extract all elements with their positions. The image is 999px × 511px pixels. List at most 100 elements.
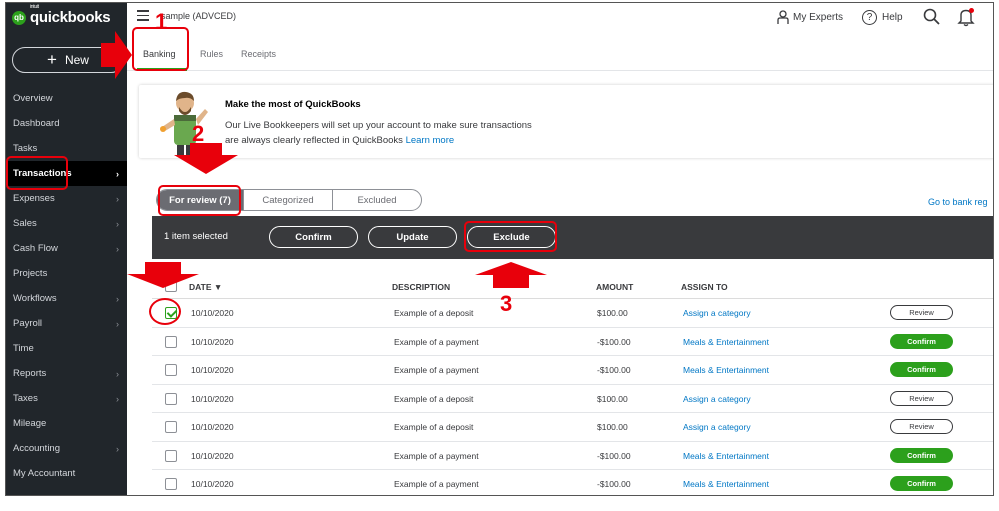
annotation-box-exclude xyxy=(464,221,557,252)
confirm-button[interactable]: Confirm xyxy=(890,362,953,377)
sidebar-item-sales[interactable]: Sales › xyxy=(6,211,127,236)
chevron-right-icon: › xyxy=(116,218,119,229)
cell-amount: -$100.00 xyxy=(597,336,631,347)
sidebar-item-mileage[interactable]: Mileage xyxy=(6,411,127,436)
cell-date: 10/10/2020 xyxy=(191,393,234,404)
sidebar-item-my-accountant[interactable]: My Accountant xyxy=(6,461,127,486)
cell-assign-to[interactable]: Assign a category xyxy=(683,394,751,404)
cell-assign-to[interactable]: Meals & Entertainment xyxy=(683,479,769,489)
app-frame: qb intuit quickbooks + New Overview Dashbo… xyxy=(5,2,994,496)
plus-icon: + xyxy=(47,50,57,69)
review-button[interactable]: Review xyxy=(890,419,953,434)
qb-logo-icon: qb xyxy=(12,10,26,25)
go-to-bank-register-link[interactable]: Go to bank reg xyxy=(928,197,988,207)
table-row[interactable]: 10/10/2020 Example of a payment -$100.00 Me… xyxy=(152,356,993,385)
chevron-right-icon: › xyxy=(116,443,119,454)
tab-categorized[interactable]: Categorized xyxy=(243,190,332,210)
table-row[interactable]: 10/10/2020 Example of a deposit $100.00 Ass… xyxy=(152,299,993,328)
sidebar-item-workflows[interactable]: Workflows › xyxy=(6,286,127,311)
row-checkbox[interactable] xyxy=(165,392,177,405)
cell-assign-to[interactable]: Meals & Entertainment xyxy=(683,451,769,461)
banner-text-line2: are always clearly reflected in QuickBoo… xyxy=(225,135,454,146)
cell-assign-to[interactable]: Meals & Entertainment xyxy=(683,337,769,347)
table-row[interactable]: 10/10/2020 Example of a deposit $100.00 Ass… xyxy=(152,385,993,413)
table-row[interactable]: 10/10/2020 Example of a deposit $100.00 Ass… xyxy=(152,413,993,442)
sidebar-item-taxes[interactable]: Taxes › xyxy=(6,386,127,411)
sidebar-item-label: Reports xyxy=(13,368,47,379)
sidebar-item-overview[interactable]: Overview xyxy=(6,86,127,111)
cell-amount: $100.00 xyxy=(597,422,628,432)
confirm-button[interactable]: Confirm xyxy=(890,447,953,463)
sidebar-item-payroll[interactable]: Payroll › xyxy=(6,311,127,336)
tab-receipts[interactable]: Receipts xyxy=(241,49,276,59)
learn-more-link[interactable]: Learn more xyxy=(406,135,455,146)
review-button[interactable]: Review xyxy=(890,305,953,320)
sidebar-item-label: Tasks xyxy=(13,143,38,154)
sidebar-item-accounting[interactable]: Accounting › xyxy=(6,436,127,461)
sidebar-item-label: Expenses xyxy=(13,193,55,204)
tab-excluded[interactable]: Excluded xyxy=(332,190,421,210)
sidebar-item-label: Overview xyxy=(13,93,53,104)
banking-tabs: Banking Rules Receipts xyxy=(127,45,993,71)
my-experts-button[interactable]: My Experts xyxy=(777,10,843,25)
hamburger-menu-icon[interactable] xyxy=(137,10,149,21)
notification-bell-icon[interactable] xyxy=(957,7,975,27)
confirm-button[interactable]: Confirm xyxy=(890,333,953,349)
confirm-batch-button[interactable]: Confirm xyxy=(269,226,358,248)
sidebar-item-reports[interactable]: Reports › xyxy=(6,361,127,386)
help-label: Help xyxy=(882,12,903,23)
sidebar-item-label: Cash Flow xyxy=(13,243,58,254)
annotation-box-transactions xyxy=(6,156,68,190)
row-checkbox[interactable] xyxy=(165,335,177,348)
annotation-arrow-down-2 xyxy=(174,143,238,174)
confirm-button[interactable]: Confirm xyxy=(890,476,953,491)
sidebar-item-dashboard[interactable]: Dashboard xyxy=(6,111,127,136)
person-icon xyxy=(777,10,789,24)
batch-action-bar: 1 item selected Confirm Update Exclude › xyxy=(152,216,994,259)
sidebar-item-label: Payroll xyxy=(13,318,43,329)
review-button[interactable]: Review xyxy=(890,390,953,406)
column-header-assign-to: ASSIGN TO xyxy=(681,282,728,292)
row-checkbox[interactable] xyxy=(165,421,177,433)
row-checkbox[interactable] xyxy=(165,478,177,490)
brand-name: quickbooks xyxy=(30,9,111,26)
cell-assign-to[interactable]: Meals & Entertainment xyxy=(683,365,769,375)
annotation-arrow-down-checkbox xyxy=(127,262,199,288)
sidebar-item-time[interactable]: Time xyxy=(6,336,127,361)
table-row[interactable]: 10/10/2020 Example of a payment -$100.00 Me… xyxy=(152,470,993,495)
sidebar-item-label: Mileage xyxy=(13,418,47,429)
cell-amount: $100.00 xyxy=(597,308,628,318)
promo-banner: Make the most of QuickBooks Our Live Boo… xyxy=(139,85,993,158)
table-row[interactable]: 10/10/2020 Example of a payment -$100.00 Me… xyxy=(152,442,993,470)
cell-description: Example of a payment xyxy=(394,365,479,375)
cell-description: Example of a payment xyxy=(394,479,479,489)
cell-date: 10/10/2020 xyxy=(191,422,234,432)
table-row[interactable]: 10/10/2020 Example of a payment -$100.00 Me… xyxy=(152,328,993,356)
chevron-right-icon: › xyxy=(116,393,119,404)
row-checkbox[interactable] xyxy=(165,449,177,462)
chevron-right-icon: › xyxy=(116,368,119,379)
transactions-table-header: DATE ▼ DESCRIPTION AMOUNT ASSIGN TO xyxy=(152,273,993,299)
company-name: sample (ADVCED) xyxy=(161,11,237,21)
sidebar-item-projects[interactable]: Projects xyxy=(6,261,127,286)
annotation-arrow-up-3 xyxy=(475,262,547,288)
brand-small: intuit xyxy=(30,4,39,10)
help-button[interactable]: ? Help xyxy=(862,10,903,25)
tab-rules[interactable]: Rules xyxy=(200,49,223,59)
top-bar: sample (ADVCED) My Experts ? Help xyxy=(127,3,993,33)
cell-amount: -$100.00 xyxy=(597,479,631,489)
search-icon[interactable] xyxy=(923,8,941,26)
sidebar-item-cash-flow[interactable]: Cash Flow › xyxy=(6,236,127,261)
row-checkbox[interactable] xyxy=(165,364,177,376)
cell-date: 10/10/2020 xyxy=(191,336,234,347)
update-batch-button[interactable]: Update xyxy=(368,226,457,248)
quickbooks-logo[interactable]: qb intuit quickbooks xyxy=(12,4,111,26)
cell-assign-to[interactable]: Assign a category xyxy=(683,308,751,318)
cell-assign-to[interactable]: Assign a category xyxy=(683,422,751,432)
annotation-arrow-right xyxy=(101,31,132,79)
chevron-right-icon: › xyxy=(116,293,119,304)
banner-title: Make the most of QuickBooks xyxy=(225,99,361,110)
sidebar-item-label: Workflows xyxy=(13,293,57,304)
banner-text-line2-body: are always clearly reflected in QuickBoo… xyxy=(225,135,403,146)
chevron-right-icon[interactable]: › xyxy=(993,230,994,244)
